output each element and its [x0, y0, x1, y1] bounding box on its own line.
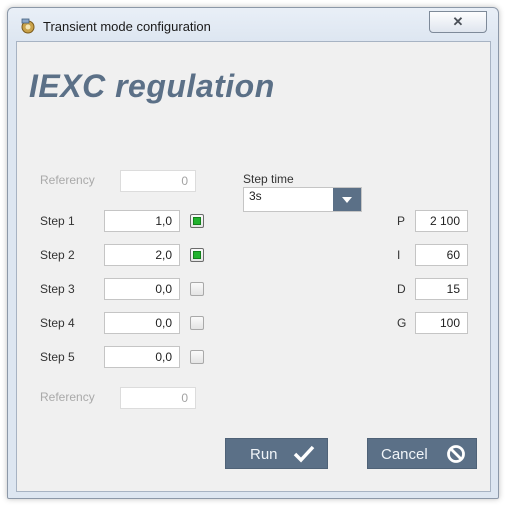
cancel-icon — [447, 445, 465, 463]
step-2-label: Step 2 — [40, 248, 75, 262]
step-1-label: Step 1 — [40, 214, 75, 228]
step-time-value: 3s — [249, 189, 262, 203]
close-button[interactable]: ✕ — [429, 11, 487, 33]
cancel-button-label: Cancel — [381, 446, 428, 463]
referency-top-label: Referency — [40, 173, 95, 187]
checkbox-checked-indicator — [193, 251, 201, 259]
pid-d-input[interactable]: 15 — [415, 278, 468, 300]
run-button-label: Run — [250, 446, 278, 463]
step-1-input[interactable]: 1,0 — [104, 210, 180, 232]
step-3-input[interactable]: 0,0 — [104, 278, 180, 300]
dialog-window: Transient mode configuration ✕ IEXC regu… — [7, 7, 499, 499]
pid-i-label: I — [397, 248, 401, 262]
dialog-body: IEXC regulation Referency 0 Step 1 1,0 Ste… — [16, 41, 491, 492]
pid-g-label: G — [397, 316, 407, 330]
step-time-label: Step time — [243, 172, 294, 186]
step-3-label: Step 3 — [40, 282, 75, 296]
check-icon — [293, 445, 315, 463]
app-icon — [21, 18, 35, 34]
page-title: IEXC regulation — [29, 68, 275, 104]
referency-top-field: 0 — [120, 170, 196, 192]
run-button[interactable]: Run — [225, 438, 328, 469]
step-5-input[interactable]: 0,0 — [104, 346, 180, 368]
window-title: Transient mode configuration — [43, 19, 211, 34]
checkbox-checked-indicator — [193, 217, 201, 225]
pid-p-input[interactable]: 2 100 — [415, 210, 468, 232]
referency-bottom-label: Referency — [40, 390, 95, 404]
referency-bottom-field: 0 — [120, 387, 196, 409]
step-5-label: Step 5 — [40, 350, 75, 364]
pid-p-label: P — [397, 214, 406, 228]
step-4-label: Step 4 — [40, 316, 75, 330]
title-bar[interactable]: Transient mode configuration ✕ — [8, 8, 498, 42]
step-2-checkbox[interactable] — [190, 248, 204, 262]
step-1-checkbox[interactable] — [190, 214, 204, 228]
pid-g-input[interactable]: 100 — [415, 312, 468, 334]
step-4-input[interactable]: 0,0 — [104, 312, 180, 334]
step-time-select[interactable]: 3s — [243, 187, 362, 212]
step-4-checkbox[interactable] — [190, 316, 204, 330]
pid-d-label: D — [397, 282, 406, 296]
chevron-down-icon[interactable] — [333, 188, 361, 211]
step-5-checkbox[interactable] — [190, 350, 204, 364]
close-icon: ✕ — [452, 14, 464, 29]
step-3-checkbox[interactable] — [190, 282, 204, 296]
cancel-button[interactable]: Cancel — [367, 438, 477, 469]
step-2-input[interactable]: 2,0 — [104, 244, 180, 266]
pid-i-input[interactable]: 60 — [415, 244, 468, 266]
